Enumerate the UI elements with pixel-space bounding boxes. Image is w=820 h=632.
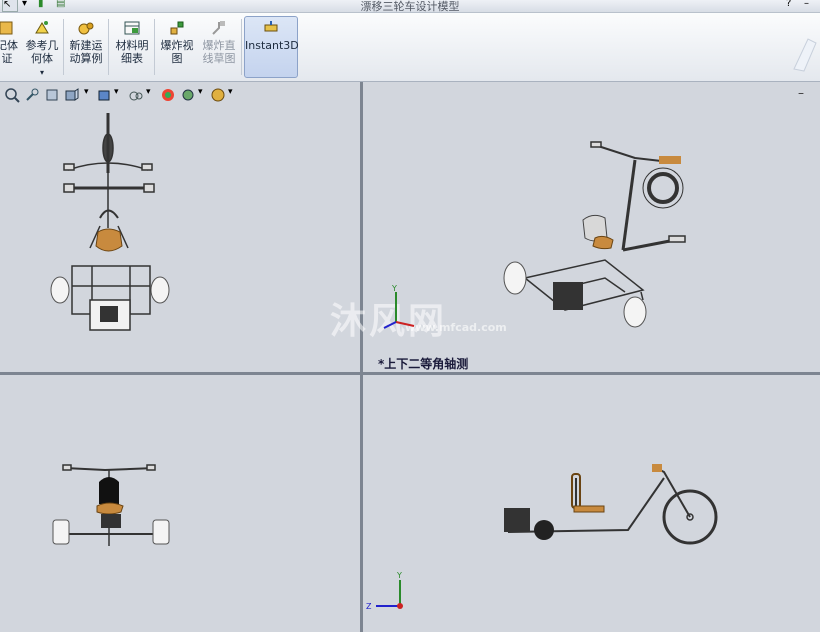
- axis-y-label: Y: [391, 284, 397, 293]
- trike-model-front-view[interactable]: [45, 460, 175, 550]
- axis-triad-isometric: Y: [383, 284, 415, 329]
- ribbon-separator: [63, 19, 64, 75]
- display-style-icon[interactable]: [128, 87, 144, 103]
- button-label: 新建运: [69, 39, 103, 52]
- window-title: 漂移三轮车设计模型: [360, 0, 460, 13]
- ribbon-separator: [154, 19, 155, 75]
- ribbon-separator: [108, 19, 109, 75]
- instant3d-icon: [264, 21, 278, 32]
- title-bar: ↖ ▾ ▮ ▤ 漂移三轮车设计模型 ? –: [0, 0, 820, 13]
- chevron-down-icon[interactable]: ▾: [146, 87, 154, 103]
- chevron-down-icon[interactable]: ▾: [198, 87, 206, 103]
- button-label: 记体: [0, 39, 18, 52]
- new-motion-study-button[interactable]: 新建运 动算例: [66, 17, 106, 77]
- help-icon[interactable]: ?: [786, 0, 791, 10]
- zoom-to-fit-icon[interactable]: [4, 87, 20, 103]
- trike-model-isometric-view[interactable]: [495, 130, 705, 340]
- exploded-view-button[interactable]: 爆炸视 图: [157, 17, 197, 77]
- button-label: 证: [1, 52, 13, 65]
- explode-line-sketch-button[interactable]: 爆炸直 线草图: [199, 17, 239, 77]
- section-view-icon[interactable]: [64, 87, 80, 103]
- button-label: 爆炸视: [160, 39, 194, 52]
- exploded-view-icon: [170, 21, 184, 35]
- axis-z-label: Z: [366, 602, 372, 611]
- view-orientation-icon[interactable]: [96, 87, 112, 103]
- motion-study-icon: [78, 22, 94, 35]
- button-label: 材料明: [115, 39, 149, 52]
- scene-icon[interactable]: [180, 87, 196, 103]
- reference-geometry-button[interactable]: 参考几 何体 ▾: [22, 17, 62, 77]
- watermark-url: www.mfcad.com: [405, 321, 507, 334]
- chevron-down-icon[interactable]: ▾: [228, 87, 236, 103]
- appearance-icon[interactable]: [160, 87, 176, 103]
- chevron-down-icon[interactable]: ▾: [84, 87, 92, 103]
- rigid-feature-button[interactable]: 记体 证: [0, 17, 18, 77]
- button-label: 何体: [31, 52, 53, 65]
- explode-line-sketch-icon: [212, 21, 225, 35]
- command-manager-ribbon: 记体 证 参考几 何体 ▾ 新建运 动算例 材料明 细表 爆炸视 图 爆炸直 线…: [0, 13, 820, 82]
- chevron-down-icon[interactable]: ▾: [40, 68, 44, 77]
- button-label: 动算例: [69, 52, 103, 65]
- trike-model-top-view[interactable]: [40, 108, 170, 338]
- axis-triad-right: Y Z: [366, 571, 403, 611]
- feature-icon: [0, 21, 13, 35]
- view-settings-icon[interactable]: [210, 87, 226, 103]
- instant3d-button[interactable]: Instant3D: [244, 16, 299, 78]
- viewport-splitter-horizontal[interactable]: [0, 372, 820, 375]
- minimize-icon[interactable]: –: [804, 0, 809, 10]
- chevron-down-icon[interactable]: ▾: [114, 87, 122, 103]
- zoom-area-icon[interactable]: [24, 87, 40, 103]
- bill-of-materials-button[interactable]: 材料明 细表: [112, 17, 152, 77]
- axis-y-label: Y: [396, 571, 402, 580]
- button-label: 细表: [121, 52, 143, 65]
- isometric-view-label: *上下二等角轴测: [378, 357, 469, 371]
- ribbon-separator: [241, 19, 242, 75]
- bom-table-icon: [124, 21, 140, 35]
- heads-up-view-toolbar: ▾ ▾ ▾ ▾ ▾: [0, 86, 260, 106]
- button-label: 爆炸直: [202, 39, 236, 52]
- previous-view-icon[interactable]: [44, 87, 60, 103]
- button-label: 参考几: [25, 39, 59, 52]
- viewport-minimize-icon[interactable]: –: [798, 86, 804, 100]
- button-label: Instant3D: [245, 39, 299, 52]
- trike-model-right-view[interactable]: [498, 462, 723, 547]
- reference-geometry-icon: [35, 21, 49, 34]
- solidworks-logo-icon: [793, 38, 817, 72]
- button-label: 图: [171, 52, 183, 65]
- button-label: 线草图: [202, 52, 236, 65]
- viewport-splitter-vertical[interactable]: [360, 82, 363, 632]
